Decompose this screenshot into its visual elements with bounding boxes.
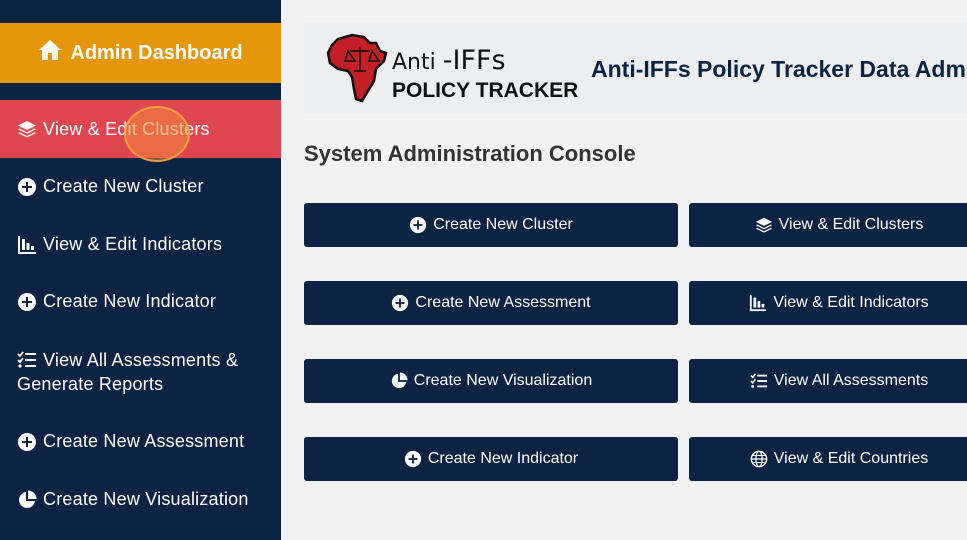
view-edit-indicators-button[interactable]: View & Edit Indicators xyxy=(689,281,967,325)
layers-icon xyxy=(17,119,37,139)
button-label: Create New Indicator xyxy=(427,450,579,467)
globe-icon xyxy=(750,450,768,468)
layers-icon xyxy=(755,216,773,234)
sidebar-item-label-line2: Generate Reports xyxy=(17,374,164,394)
sidebar-item-view-edit-indicators[interactable]: View & Edit Indicators xyxy=(0,234,281,255)
bar-chart-icon xyxy=(749,294,767,312)
plus-circle-icon xyxy=(17,292,37,312)
sidebar: Admin Dashboard View & Edit Clusters Cre… xyxy=(0,0,281,540)
sidebar-item-label: Create New Cluster xyxy=(43,176,204,196)
create-new-indicator-button[interactable]: Create New Indicator xyxy=(304,437,678,481)
button-label: Create New Assessment xyxy=(415,294,591,311)
plus-circle-icon xyxy=(404,450,422,468)
sidebar-item-create-new-visualization[interactable]: Create New Visualization xyxy=(0,489,281,510)
africa-map-icon xyxy=(326,33,388,103)
plus-circle-icon xyxy=(17,432,37,452)
admin-dashboard-button[interactable]: Admin Dashboard xyxy=(0,23,281,83)
create-new-visualization-button[interactable]: Create New Visualization xyxy=(304,359,678,403)
view-all-assessments-button[interactable]: View All Assessments xyxy=(689,359,967,403)
sidebar-item-view-all-assessments[interactable]: View All Assessments & Generate Reports xyxy=(0,348,281,398)
sidebar-item-create-new-cluster[interactable]: Create New Cluster xyxy=(0,176,281,197)
checklist-icon xyxy=(750,372,768,390)
sidebar-item-label: Create New Assessment xyxy=(43,431,245,451)
create-new-assessment-button[interactable]: Create New Assessment xyxy=(304,281,678,325)
sidebar-item-create-new-indicator[interactable]: Create New Indicator xyxy=(0,291,281,312)
logo-text-anti: Anti xyxy=(392,50,436,75)
home-icon xyxy=(38,38,62,68)
header-banner: Anti -IFFs POLICY TRACKER Anti-IFFs Poli… xyxy=(304,23,967,113)
sidebar-item-label-line1: View All Assessments & xyxy=(43,350,239,370)
sidebar-item-label: View & Edit Indicators xyxy=(43,234,223,254)
button-label: View & Edit Clusters xyxy=(778,216,924,233)
logo-text-iffs: -IFFs xyxy=(442,45,506,76)
sidebar-item-create-new-assessment[interactable]: Create New Assessment xyxy=(0,431,281,452)
logo-text-top: Anti -IFFs xyxy=(392,45,506,76)
pie-chart-icon xyxy=(390,372,408,390)
bar-chart-icon xyxy=(17,235,37,255)
button-label: View & Edit Indicators xyxy=(773,294,929,311)
console-title: System Administration Console xyxy=(304,141,636,166)
logo-text-bottom: POLICY TRACKER xyxy=(392,79,579,102)
plus-circle-icon xyxy=(391,294,409,312)
checklist-icon xyxy=(17,350,37,370)
sidebar-item-label: View & Edit Clusters xyxy=(43,118,210,139)
page-title: Anti-IFFs Policy Tracker Data Admin xyxy=(591,56,967,82)
pie-chart-icon xyxy=(17,490,37,510)
view-edit-countries-button[interactable]: View & Edit Countries xyxy=(689,437,967,481)
view-edit-clusters-button[interactable]: View & Edit Clusters xyxy=(689,203,967,247)
plus-circle-icon xyxy=(17,177,37,197)
button-label: Create New Visualization xyxy=(413,372,593,389)
button-label: View All Assessments xyxy=(773,372,929,389)
admin-dashboard-label: Admin Dashboard xyxy=(70,41,243,64)
sidebar-item-label: Create New Indicator xyxy=(43,291,217,311)
button-label: Create New Cluster xyxy=(433,216,573,233)
plus-circle-icon xyxy=(409,216,427,234)
logo: Anti -IFFs POLICY TRACKER xyxy=(324,31,578,107)
sidebar-item-label: Create New Visualization xyxy=(43,489,249,509)
button-label: View & Edit Countries xyxy=(773,450,929,467)
create-new-cluster-button[interactable]: Create New Cluster xyxy=(304,203,678,247)
sidebar-item-view-edit-clusters[interactable]: View & Edit Clusters xyxy=(0,100,281,158)
